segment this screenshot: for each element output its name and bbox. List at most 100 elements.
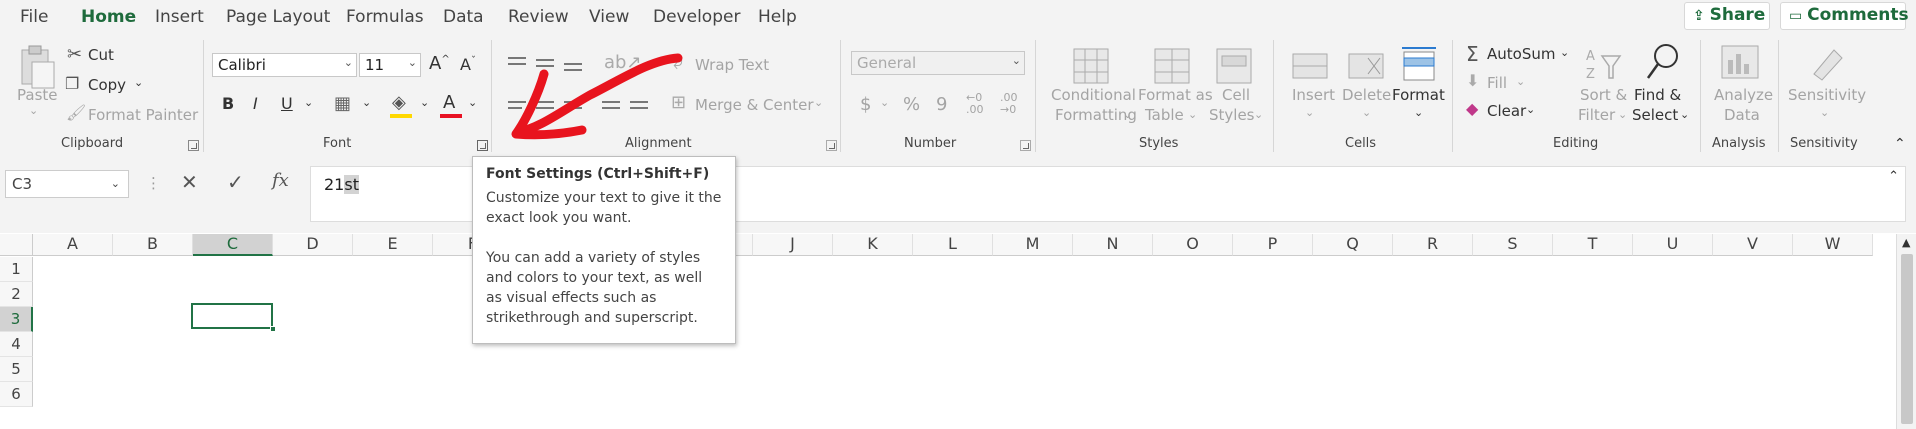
column-header[interactable]: J <box>753 234 833 256</box>
increase-decimal-button[interactable]: ←0 .00 <box>966 92 992 116</box>
column-header[interactable]: S <box>1473 234 1553 256</box>
fill-chevron-icon[interactable]: ⌄ <box>1516 75 1525 88</box>
share-button[interactable]: ⇪ Share <box>1684 2 1770 30</box>
currency-button[interactable]: $ <box>860 94 871 115</box>
selected-cell-c3[interactable] <box>191 303 276 332</box>
column-header[interactable]: L <box>913 234 993 256</box>
copy-chevron-icon[interactable]: ⌄ <box>134 76 143 89</box>
sensitivity-button[interactable]: Sensitivity ⌄ <box>1784 42 1868 126</box>
currency-chevron-icon[interactable]: ⌄ <box>880 96 889 109</box>
find-select-button[interactable]: Find & Select ⌄ <box>1630 42 1692 126</box>
font-color-button[interactable]: A <box>440 92 464 120</box>
analyze-data-button[interactable]: Analyze Data <box>1708 42 1773 126</box>
row-header[interactable]: 3 <box>0 307 33 332</box>
scroll-up-icon[interactable]: ▲ <box>1902 236 1910 249</box>
font-color-chevron-icon[interactable]: ⌄ <box>468 96 477 109</box>
column-header[interactable]: A <box>33 234 113 256</box>
cell-styles-button[interactable]: Cell Styles ⌄ <box>1206 46 1266 126</box>
decrease-font-size-button[interactable]: Aˇ <box>460 55 476 74</box>
increase-font-size-button[interactable]: A^ <box>429 53 450 74</box>
font-name-dropdown[interactable]: Calibri ⌄ <box>212 53 357 77</box>
confirm-entry-icon[interactable]: ✓ <box>227 170 244 194</box>
column-header[interactable]: M <box>993 234 1073 256</box>
cut-button[interactable]: Cut <box>88 46 114 64</box>
fill-color-chevron-icon[interactable]: ⌄ <box>420 96 429 109</box>
column-header[interactable]: K <box>833 234 913 256</box>
underline-button[interactable]: U <box>281 94 293 113</box>
font-size-dropdown[interactable]: 11 ⌄ <box>359 53 421 77</box>
merge-chevron-icon[interactable]: ⌄ <box>814 96 823 109</box>
paste-button[interactable] <box>16 44 56 90</box>
expand-formula-bar-icon[interactable]: ⌃ <box>1888 169 1899 184</box>
bold-button[interactable]: B <box>222 94 234 113</box>
tab-review[interactable]: Review <box>508 7 569 27</box>
borders-icon[interactable]: ▦ <box>334 93 351 114</box>
tab-help[interactable]: Help <box>758 7 797 27</box>
column-header[interactable]: T <box>1553 234 1633 256</box>
tab-developer[interactable]: Developer <box>653 7 740 27</box>
row-header[interactable]: 6 <box>0 382 33 407</box>
borders-chevron-icon[interactable]: ⌄ <box>362 96 371 109</box>
copy-button[interactable]: Copy <box>88 76 126 94</box>
column-header[interactable]: C <box>193 234 273 256</box>
tab-view[interactable]: View <box>589 7 629 27</box>
row-header[interactable]: 1 <box>0 257 33 282</box>
menu-file[interactable]: File <box>20 7 48 27</box>
column-header[interactable]: B <box>113 234 193 256</box>
insert-function-icon[interactable]: fx <box>272 170 289 191</box>
worksheet-grid[interactable] <box>0 233 1916 429</box>
row-header[interactable]: 5 <box>0 357 33 382</box>
alignment-launcher-icon[interactable] <box>826 140 837 151</box>
column-header[interactable]: P <box>1233 234 1313 256</box>
conditional-formatting-button[interactable]: Conditional Formatting ⌄ <box>1047 46 1137 126</box>
tab-home[interactable]: Home <box>81 7 137 37</box>
comments-button[interactable]: ▭ Comments <box>1780 2 1909 30</box>
row-header[interactable]: 2 <box>0 282 33 307</box>
autosum-button[interactable]: AutoSum <box>1487 45 1555 63</box>
column-header[interactable]: D <box>273 234 353 256</box>
vertical-scrollbar[interactable]: ▲ <box>1896 234 1916 429</box>
column-header[interactable]: R <box>1393 234 1473 256</box>
conditional-formatting-icon <box>1073 48 1109 84</box>
name-box[interactable]: C3 ⌄ <box>5 170 129 198</box>
column-header[interactable]: W <box>1793 234 1873 256</box>
autosum-chevron-icon[interactable]: ⌄ <box>1560 46 1569 59</box>
column-header[interactable]: O <box>1153 234 1233 256</box>
italic-button[interactable]: I <box>253 94 258 113</box>
format-cells-button[interactable]: Format ⌄ <box>1390 42 1448 126</box>
tab-data[interactable]: Data <box>443 7 484 27</box>
collapse-ribbon-icon[interactable]: ⌃ <box>1894 136 1906 152</box>
merge-center-button[interactable]: Merge & Center <box>695 96 814 114</box>
column-header[interactable]: E <box>353 234 433 256</box>
tab-formulas[interactable]: Formulas <box>346 7 424 27</box>
number-format-dropdown[interactable]: General ⌄ <box>851 51 1025 75</box>
format-painter-button[interactable]: Format Painter <box>88 106 198 124</box>
cancel-entry-icon[interactable]: ✕ <box>181 170 198 194</box>
number-launcher-icon[interactable] <box>1020 140 1031 151</box>
wrap-text-button[interactable]: Wrap Text <box>695 56 769 74</box>
column-header[interactable]: N <box>1073 234 1153 256</box>
scrollbar-thumb[interactable] <box>1901 254 1913 424</box>
delete-cells-button[interactable]: Delete ⌄ <box>1338 46 1394 126</box>
clear-button[interactable]: Clear <box>1487 102 1526 120</box>
percent-button[interactable]: % <box>903 94 920 115</box>
format-as-table-button[interactable]: Format as Table ⌄ <box>1136 46 1213 126</box>
comma-button[interactable]: 9 <box>936 94 947 115</box>
font-settings-launcher-icon[interactable] <box>477 140 488 151</box>
column-header[interactable]: V <box>1713 234 1793 256</box>
row-header[interactable]: 4 <box>0 332 33 357</box>
tab-insert[interactable]: Insert <box>155 7 204 27</box>
underline-chevron-icon[interactable]: ⌄ <box>304 96 313 109</box>
fill-handle[interactable] <box>270 326 276 332</box>
decrease-decimal-button[interactable]: .00 →0 <box>1000 92 1026 116</box>
fill-color-button[interactable]: ◈ <box>390 94 414 120</box>
clear-chevron-icon[interactable]: ⌄ <box>1526 103 1535 116</box>
sort-filter-button[interactable]: AZ Sort & Filter ⌄ <box>1576 44 1627 126</box>
column-header[interactable]: U <box>1633 234 1713 256</box>
select-all-button[interactable] <box>0 234 33 256</box>
clipboard-launcher-icon[interactable] <box>188 140 199 151</box>
tab-page-layout[interactable]: Page Layout <box>226 7 330 27</box>
insert-cells-button[interactable]: Insert ⌄ <box>1284 46 1336 126</box>
fill-button[interactable]: Fill <box>1487 74 1507 92</box>
column-header[interactable]: Q <box>1313 234 1393 256</box>
